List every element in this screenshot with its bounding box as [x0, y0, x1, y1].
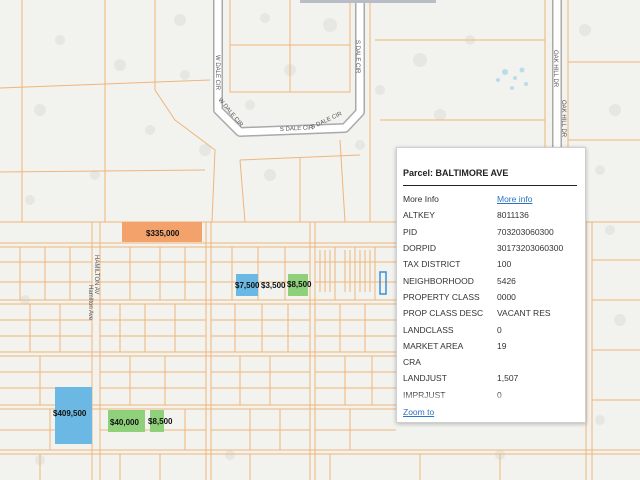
attribute-row: LANDCLASS 0: [403, 321, 581, 337]
attribute-value: 30173203060300: [497, 243, 564, 254]
attribute-label: DORPID: [403, 243, 437, 254]
street-label-oak-hill-dr-top: OAK HILL DR: [552, 50, 558, 88]
popup-attribute-table[interactable]: More Info More info ALTKEY 8011136 PID 703203…: [403, 191, 581, 404]
attribute-label: LANDJUST: [403, 373, 447, 384]
attribute-row: PROP CLASS DESC VACANT RES: [403, 305, 581, 321]
attribute-label: MARKET AREA: [403, 340, 464, 351]
street-label-s-dale-cir-top: S DALE CIR: [354, 40, 360, 74]
selected-parcel[interactable]: [379, 271, 387, 295]
attribute-label: LANDCLASS: [403, 324, 454, 335]
attribute-value: 100: [497, 259, 512, 270]
attribute-row: ALTKEY 8011136: [403, 207, 581, 223]
attribute-label: TAX DISTRICT: [403, 259, 461, 270]
street-label-hamilton-ave: Hamilton Ave: [87, 285, 93, 321]
attribute-label: PROP CLASS DESC: [403, 308, 484, 319]
attribute-label: CRA: [403, 357, 421, 368]
attribute-label: PROPERTY CLASS: [403, 291, 480, 302]
more-info-link[interactable]: More info: [497, 194, 532, 204]
attribute-value: VACANT RES: [497, 308, 551, 319]
attribute-value: 5426: [497, 275, 516, 286]
parcel-info-popup: Parcel: BALTIMORE AVE More Info More info…: [396, 147, 586, 423]
attribute-label: More Info: [403, 194, 439, 205]
attribute-label: PID: [403, 226, 418, 237]
attribute-value: 1,507: [497, 373, 519, 384]
attribute-value: 703203060300: [497, 226, 554, 237]
price-label-8500-bottom: $8,500: [148, 417, 173, 426]
water-marks: [496, 67, 528, 90]
attribute-row: NEIGHBORHOOD 5426: [403, 272, 581, 288]
street-label-w-dale-cir-top: W DALE CIR: [214, 55, 220, 91]
price-label-335000: $335,000: [146, 229, 180, 238]
attribute-row: CRA: [403, 354, 581, 370]
attribute-value: 0: [497, 324, 502, 335]
street-label-oak-hill-dr: OAK HILL DR: [560, 100, 566, 138]
attribute-row: PID 703203060300: [403, 224, 581, 240]
road-fill: [214, 0, 561, 150]
popup-title: Parcel: BALTIMORE AVE: [403, 168, 509, 178]
attribute-row: MARKET AREA 19: [403, 338, 581, 354]
attribute-row: More Info More info: [403, 191, 581, 207]
attribute-row: TAX DISTRICT 100: [403, 256, 581, 272]
price-label-3500: $3,500: [261, 281, 286, 290]
zoom-to-link[interactable]: Zoom to: [403, 407, 434, 417]
top-toolbar-edge: [300, 0, 436, 3]
attribute-label: NEIGHBORHOOD: [403, 275, 474, 286]
attribute-value: 0000: [497, 291, 516, 302]
popup-title-divider: [403, 185, 577, 186]
price-label-7500: $7,500: [235, 281, 260, 290]
attribute-row: PROPERTY CLASS 0000: [403, 289, 581, 305]
attribute-label: ALTKEY: [403, 210, 435, 221]
attribute-row: DORPID 30173203060300: [403, 240, 581, 256]
attribute-row: LANDJUST 1,507: [403, 370, 581, 386]
attribute-value: 19: [497, 340, 507, 351]
price-label-8500-top: $8,500: [287, 280, 312, 289]
price-label-40000: $40,000: [110, 418, 139, 427]
attribute-value: 8011136: [497, 210, 529, 221]
price-label-409500: $409,500: [53, 409, 87, 418]
popup-scroll-fade: [397, 392, 585, 404]
